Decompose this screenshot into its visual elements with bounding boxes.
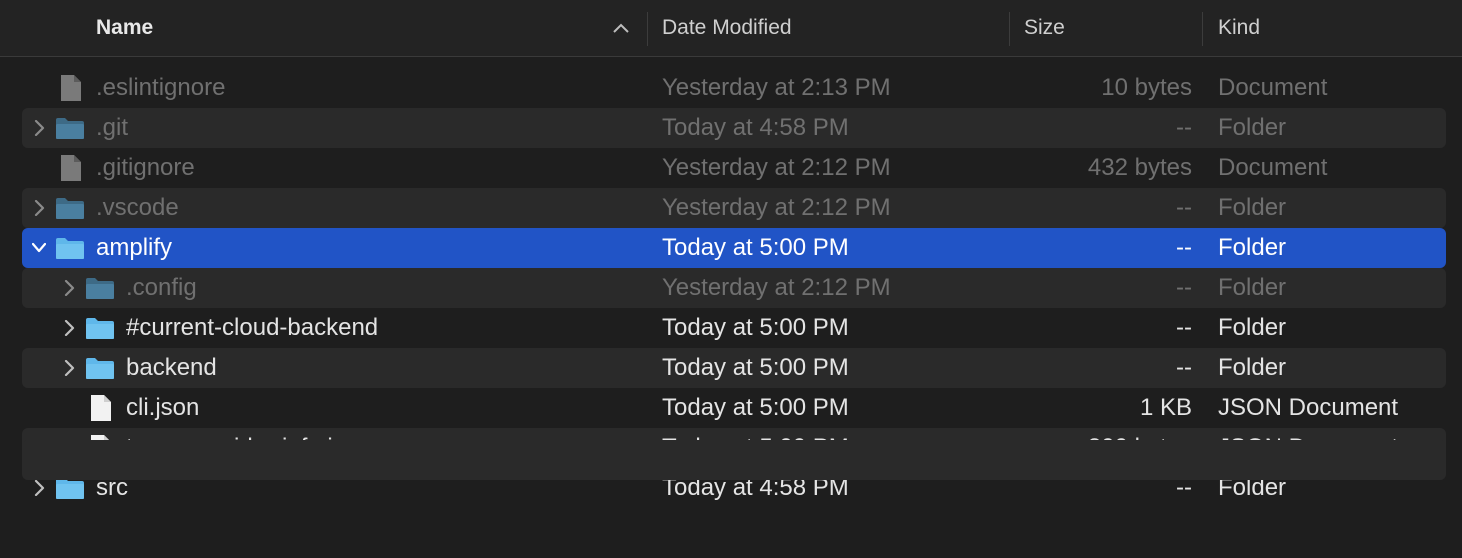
column-divider[interactable]: [1202, 12, 1203, 46]
file-kind: Folder: [1218, 274, 1287, 301]
file-size: 10 bytes: [1101, 74, 1192, 101]
folder-icon: [86, 318, 114, 339]
file-row[interactable]: backend Today at 5:00 PM -- Folder: [22, 348, 1446, 388]
file-name: backend: [126, 354, 217, 381]
file-kind: Folder: [1218, 354, 1287, 381]
file-size: 432 bytes: [1087, 154, 1192, 181]
disclosure-chevron-right-icon[interactable]: [32, 480, 46, 496]
file-name: cli.json: [126, 394, 200, 421]
file-kind: Folder: [1218, 234, 1287, 261]
file-date-modified: Yesterday at 2:12 PM: [662, 274, 891, 301]
disclosure-chevron-right-icon[interactable]: [32, 200, 46, 216]
column-header-kind[interactable]: Kind: [1218, 0, 1260, 56]
folder-icon: [56, 198, 84, 219]
file-date-modified: Yesterday at 2:12 PM: [662, 194, 891, 221]
file-name: .vscode: [96, 194, 179, 221]
file-size: --: [1176, 114, 1192, 141]
file-row[interactable]: amplify Today at 5:00 PM -- Folder: [22, 228, 1446, 268]
file-row[interactable]: .gitignore Yesterday at 2:12 PM 432 bytes D…: [22, 148, 1446, 188]
file-name: .config: [126, 274, 197, 301]
file-date-modified: Today at 4:58 PM: [662, 114, 849, 141]
column-header-date-modified[interactable]: Date Modified: [662, 0, 792, 56]
file-size: 1 KB: [1139, 394, 1192, 421]
column-divider[interactable]: [1009, 12, 1010, 46]
disclosure-chevron-right-icon[interactable]: [62, 360, 76, 376]
document-icon: [61, 155, 81, 181]
file-name: .eslintignore: [96, 74, 226, 101]
column-header-size[interactable]: Size: [1024, 0, 1065, 56]
file-name: .gitignore: [96, 154, 195, 181]
file-kind: Folder: [1218, 314, 1287, 341]
column-header-name[interactable]: Name: [96, 0, 153, 56]
file-row[interactable]: .config Yesterday at 2:12 PM -- Folder: [22, 268, 1446, 308]
document-icon: [61, 75, 81, 101]
file-date-modified: Today at 5:00 PM: [662, 354, 849, 381]
column-divider[interactable]: [647, 12, 648, 46]
file-name: .git: [96, 114, 129, 141]
folder-icon: [56, 118, 84, 139]
folder-icon: [86, 358, 114, 379]
disclosure-chevron-right-icon[interactable]: [62, 280, 76, 296]
folder-icon: [56, 238, 84, 259]
file-kind: Document: [1218, 154, 1328, 181]
file-name: #current-cloud-backend: [126, 314, 379, 341]
file-size: --: [1176, 194, 1192, 221]
file-date-modified: Today at 5:00 PM: [662, 234, 849, 261]
file-size: --: [1176, 354, 1192, 381]
file-date-modified: Yesterday at 2:12 PM: [662, 154, 891, 181]
file-kind: Folder: [1218, 194, 1287, 221]
file-kind: Document: [1218, 74, 1328, 101]
file-kind: JSON Document: [1218, 394, 1399, 421]
file-row[interactable]: .vscode Yesterday at 2:12 PM -- Folder: [22, 188, 1446, 228]
file-row[interactable]: .git Today at 4:58 PM -- Folder: [22, 108, 1446, 148]
empty-list-row: [22, 440, 1446, 480]
file-name: amplify: [96, 234, 173, 261]
disclosure-chevron-down-icon[interactable]: [32, 240, 46, 256]
file-size: --: [1176, 234, 1192, 261]
file-row[interactable]: .eslintignore Yesterday at 2:13 PM 10 byte…: [22, 68, 1446, 108]
file-row[interactable]: #current-cloud-backend Today at 5:00 PM --…: [22, 308, 1446, 348]
file-date-modified: Today at 5:00 PM: [662, 314, 849, 341]
file-row[interactable]: cli.json Today at 5:00 PM 1 KB JSON Documen…: [22, 388, 1446, 428]
sort-ascending-chevron-icon[interactable]: [612, 22, 630, 34]
json-file-icon: [91, 395, 111, 421]
file-date-modified: Today at 5:00 PM: [662, 394, 849, 421]
file-kind: Folder: [1218, 114, 1287, 141]
disclosure-chevron-right-icon[interactable]: [32, 120, 46, 136]
file-date-modified: Yesterday at 2:13 PM: [662, 74, 891, 101]
file-size: --: [1176, 314, 1192, 341]
disclosure-chevron-right-icon[interactable]: [62, 320, 76, 336]
column-header-bar: Name Date Modified Size Kind: [0, 0, 1462, 57]
folder-icon: [86, 278, 114, 299]
file-size: --: [1176, 274, 1192, 301]
